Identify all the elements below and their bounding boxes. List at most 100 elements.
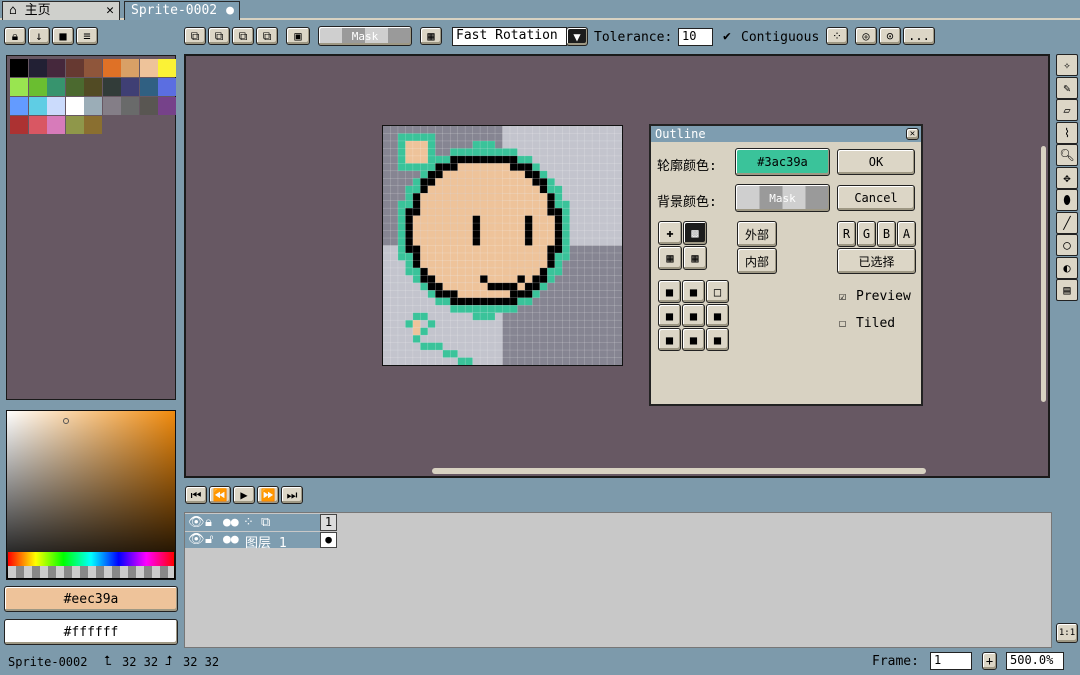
sprite-canvas[interactable] <box>382 125 623 366</box>
palette-swatch[interactable] <box>84 116 102 134</box>
palette-swatch[interactable] <box>84 59 102 77</box>
eye-icon[interactable]: 👁︎ <box>188 515 205 530</box>
palette-swatch[interactable] <box>121 97 139 115</box>
more-button[interactable]: ... <box>903 27 935 45</box>
channel-a-button[interactable]: A <box>897 221 916 247</box>
selected-button[interactable]: 已选择 <box>837 248 916 274</box>
palette-swatch[interactable] <box>139 78 158 96</box>
close-icon[interactable]: ✕ <box>106 2 114 19</box>
menu-button[interactable]: ≡ <box>76 27 98 45</box>
sort-button[interactable]: ↓ <box>28 27 50 45</box>
palette-swatch[interactable] <box>84 78 102 96</box>
onion-skin-icon[interactable]: ⧉ <box>261 515 270 530</box>
play-button[interactable]: ▶ <box>233 486 255 504</box>
palette-swatch[interactable] <box>84 97 102 115</box>
frame-header[interactable]: 1 <box>320 514 337 531</box>
unlock-icon[interactable]: 🔓︎ <box>205 532 213 547</box>
palette-swatch[interactable] <box>10 78 28 96</box>
transform-pivot-button[interactable]: ◎ <box>855 27 877 45</box>
selection-replace-button[interactable]: ⧉ <box>184 27 206 45</box>
matrix-square-button[interactable]: ▩ <box>683 221 707 245</box>
palette-swatch[interactable] <box>47 78 65 96</box>
selection-add-button[interactable]: ⧉ <box>208 27 230 45</box>
pencil-tool[interactable]: ✎ <box>1056 76 1078 99</box>
palette-swatch[interactable] <box>65 78 84 96</box>
check-icon[interactable]: ✔ <box>723 29 731 44</box>
matrix-vertical-button[interactable]: ▦ <box>683 246 707 270</box>
matrix-horizontal-button[interactable]: ▦ <box>658 246 682 270</box>
grid-button[interactable]: ▦ <box>420 27 442 45</box>
palette-swatch[interactable] <box>10 97 28 115</box>
place-cell-button[interactable]: ■ <box>682 328 705 351</box>
palette-swatch[interactable] <box>139 97 158 115</box>
palette-swatch[interactable] <box>65 59 84 77</box>
selection-subtract-button[interactable]: ⧉ <box>232 27 254 45</box>
ok-button[interactable]: OK <box>837 149 915 175</box>
frame-input[interactable]: 1 <box>930 652 972 670</box>
last-frame-button[interactable]: ⏭ <box>281 486 303 504</box>
palette-swatch[interactable] <box>121 59 139 77</box>
fill-tool[interactable]: ⬮ <box>1056 189 1078 211</box>
palette-swatch[interactable] <box>47 116 65 134</box>
palette-swatch[interactable] <box>65 97 84 115</box>
palette-swatch[interactable] <box>10 59 28 77</box>
gradient-tool[interactable]: ▤ <box>1056 279 1078 301</box>
zoom-fit-button[interactable]: 1:1 <box>1056 623 1078 643</box>
layer-row[interactable]: 👁︎ 🔓︎ ●● 图层 1 <box>185 532 337 551</box>
cel[interactable]: ● <box>320 532 337 548</box>
selection-intersect-button[interactable]: ⧉ <box>256 27 278 45</box>
channel-r-button[interactable]: R <box>837 221 856 247</box>
place-cell-button[interactable]: ■ <box>658 328 681 351</box>
continuous-icon[interactable]: ●● <box>223 515 239 530</box>
palette-swatch[interactable] <box>10 116 28 134</box>
cancel-button[interactable]: Cancel <box>837 185 915 211</box>
place-cell-button[interactable]: ■ <box>682 280 705 303</box>
mask-color-button[interactable]: ▣ <box>286 27 310 45</box>
palette-swatch[interactable] <box>47 59 65 77</box>
horizontal-scrollbar[interactable] <box>432 468 926 474</box>
line-tool[interactable]: ╱ <box>1056 211 1078 234</box>
outside-button[interactable]: 外部 <box>737 221 777 247</box>
rotation-dropdown-button[interactable]: ▼ <box>566 27 588 46</box>
eye-icon[interactable]: 👁︎ <box>188 532 205 547</box>
palette-options-button[interactable]: ■ <box>52 27 74 45</box>
tab-home[interactable]: ⌂ 主页 ✕ <box>2 1 120 20</box>
vertical-scrollbar[interactable] <box>1041 146 1046 402</box>
place-cell-button[interactable]: ■ <box>706 304 729 327</box>
fg-color-button[interactable]: #eec39a <box>4 586 178 612</box>
transform-options-button[interactable]: ⊙ <box>879 27 901 45</box>
magic-wand-tool[interactable]: ✧ <box>1056 54 1078 76</box>
zoom-tool[interactable]: 🔍︎ <box>1056 144 1078 166</box>
next-frame-button[interactable]: ⏩ <box>257 486 279 504</box>
channel-g-button[interactable]: G <box>857 221 876 247</box>
place-cell-button[interactable]: ■ <box>706 328 729 351</box>
palette-swatch[interactable] <box>158 59 176 77</box>
palette-swatch[interactable] <box>158 78 176 96</box>
rotation-select[interactable]: Fast Rotation <box>452 27 567 46</box>
palette-swatch[interactable] <box>121 78 139 96</box>
place-cell-button[interactable]: ■ <box>682 304 705 327</box>
channel-b-button[interactable]: B <box>877 221 896 247</box>
palette-swatch[interactable] <box>28 78 47 96</box>
palette-swatch[interactable] <box>65 116 84 134</box>
dialog-close-button[interactable]: ✕ <box>906 128 919 140</box>
palette-swatch[interactable] <box>139 59 158 77</box>
prev-frame-button[interactable]: ⏪ <box>209 486 231 504</box>
continuous-icon[interactable]: ●● <box>223 532 239 547</box>
palette-swatch[interactable] <box>28 116 47 134</box>
palette-swatch[interactable] <box>102 78 121 96</box>
eyedropper-tool[interactable]: ⌇ <box>1056 121 1078 144</box>
frame-add-button[interactable]: + <box>982 652 997 670</box>
palette-swatch[interactable] <box>158 97 176 115</box>
palette-swatch[interactable] <box>28 97 47 115</box>
palette-swatch[interactable] <box>102 97 121 115</box>
bg-color-button[interactable]: Mask <box>735 184 830 212</box>
tolerance-input[interactable]: 10 <box>678 28 713 46</box>
place-cell-button[interactable]: ■ <box>658 280 681 303</box>
alpha-slider[interactable] <box>8 566 174 578</box>
first-frame-button[interactable]: ⏮ <box>185 486 207 504</box>
lock-icon[interactable]: 🔒︎ <box>205 515 212 530</box>
lock-button[interactable]: 🔒︎ <box>4 27 26 45</box>
pixel-connectivity-button[interactable]: ⁘ <box>826 27 848 45</box>
place-cell-button[interactable]: □ <box>706 280 729 303</box>
